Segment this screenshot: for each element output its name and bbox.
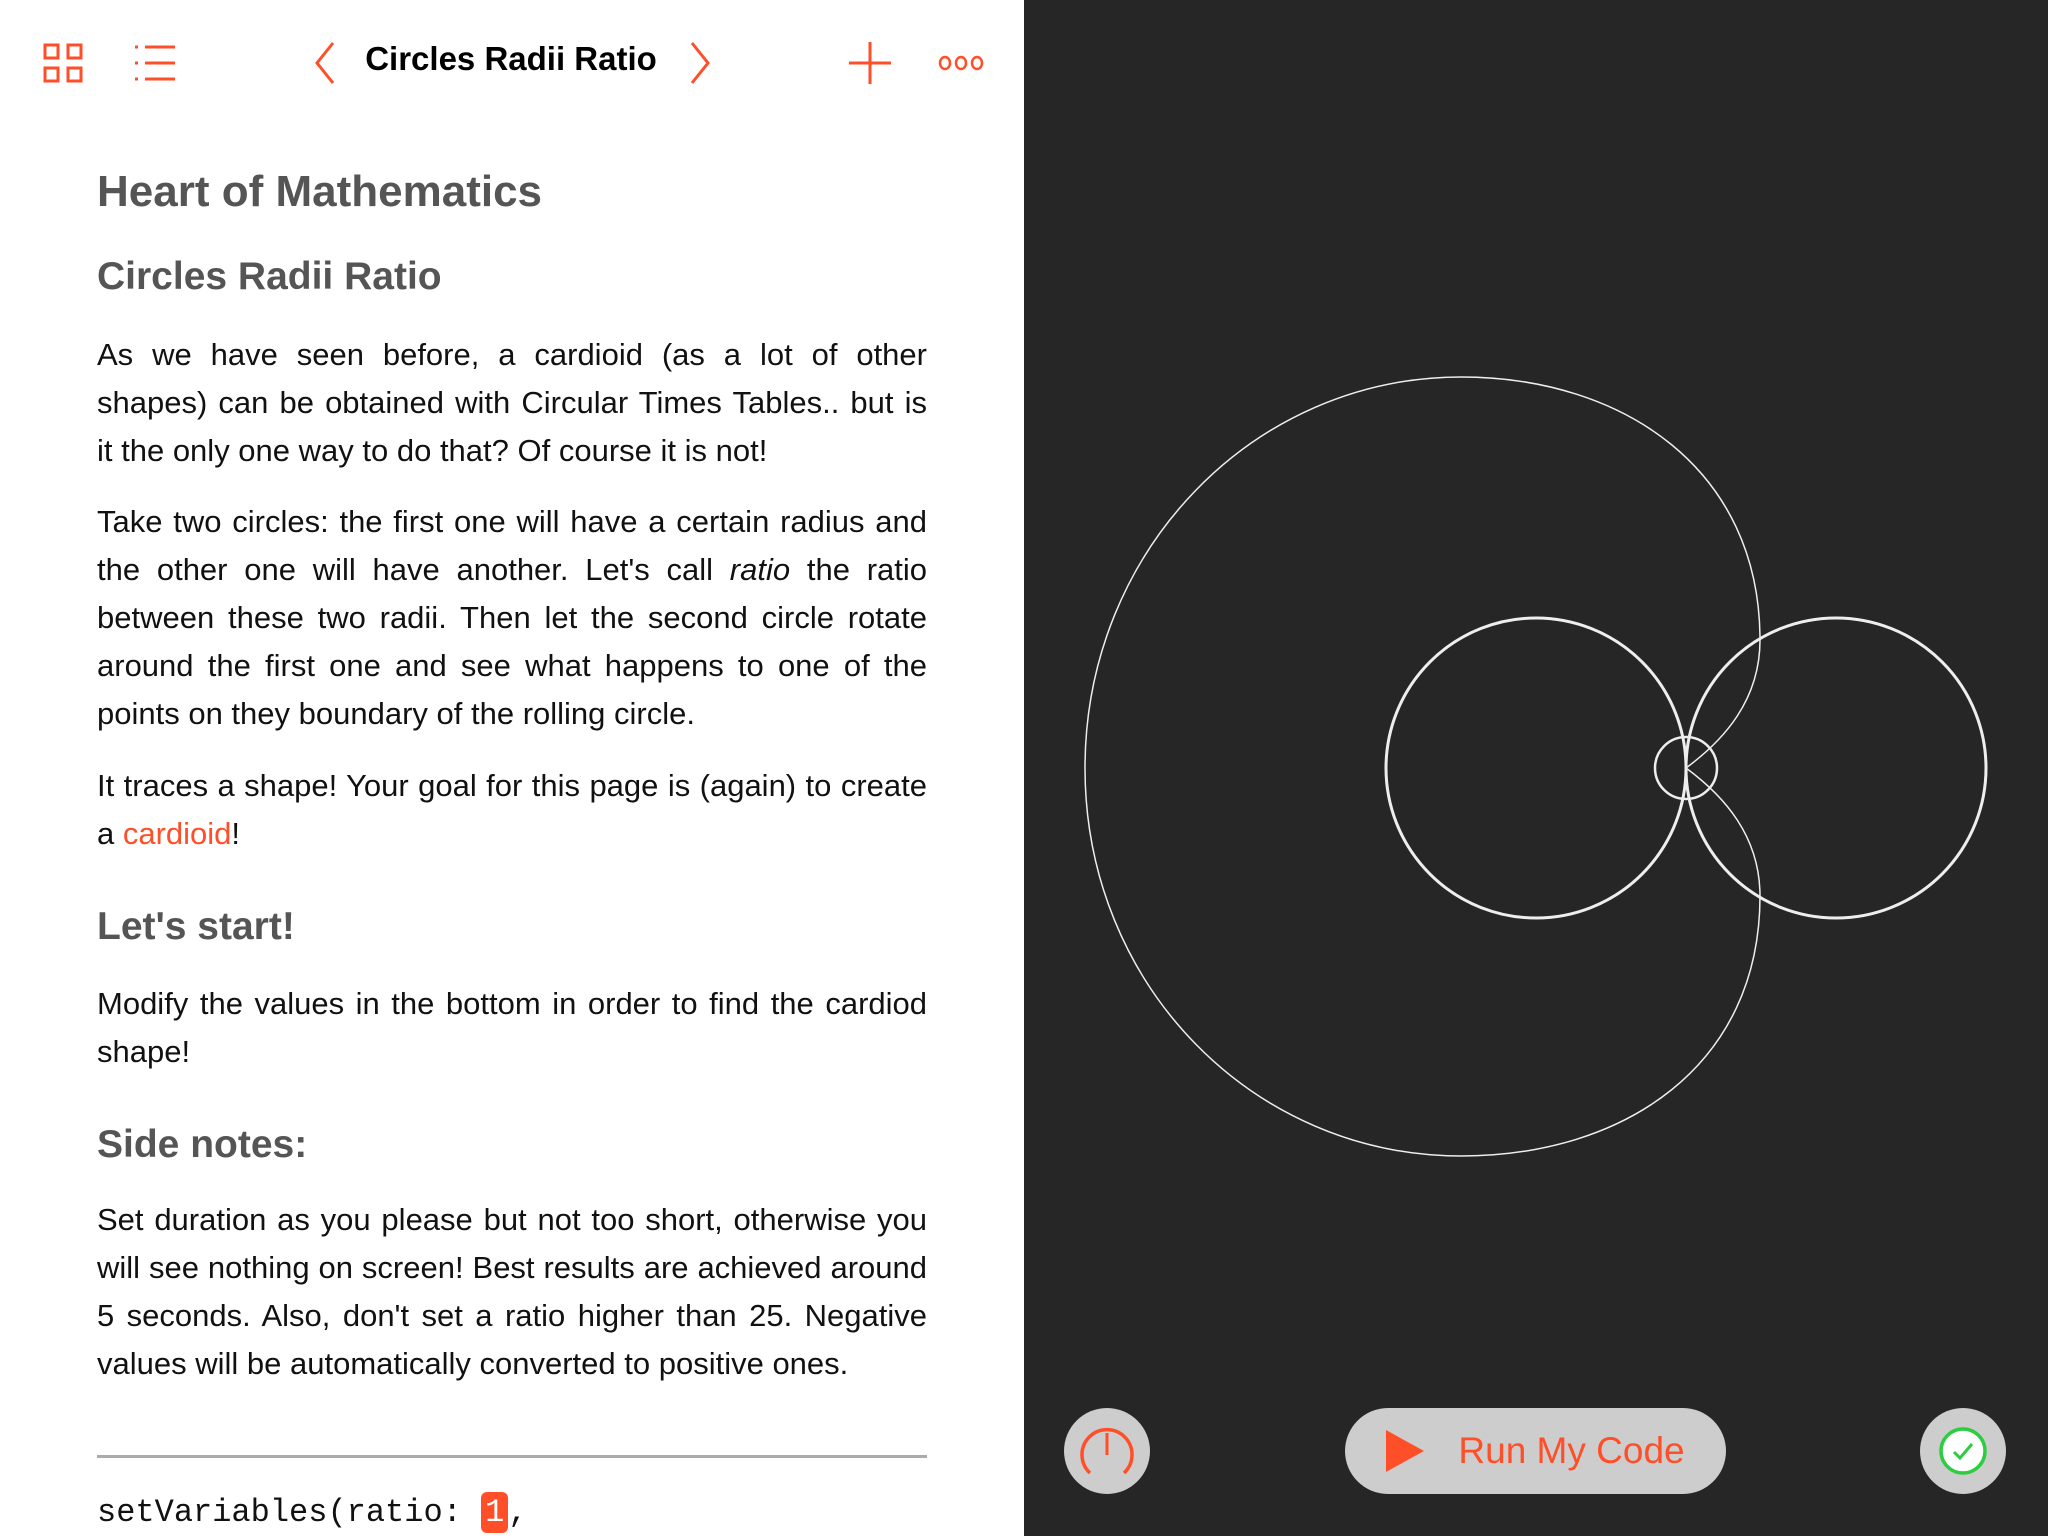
cardioid-link[interactable]: cardioid <box>123 816 232 851</box>
chapter-title: Circles Radii Ratio <box>97 255 442 298</box>
speed-button[interactable] <box>1064 1408 1150 1494</box>
next-page-button[interactable] <box>680 38 720 88</box>
side-notes-heading: Side notes: <box>97 1123 308 1166</box>
live-view: Run My Code <box>1024 0 2048 1536</box>
rolling-circle <box>1684 616 1988 920</box>
run-my-code-button[interactable]: Run My Code <box>1345 1408 1726 1494</box>
ratio-term: ratio <box>729 552 791 587</box>
book-title: Heart of Mathematics <box>97 167 543 216</box>
text: ! <box>231 816 241 851</box>
run-label: Run My Code <box>1458 1430 1685 1471</box>
chevron-right-icon <box>690 42 710 84</box>
traced-curve <box>1084 376 1761 1157</box>
code-editor-line[interactable]: setVariables(ratio: 1, <box>97 1492 528 1533</box>
list-icon <box>135 45 175 81</box>
checkmark-circle-icon <box>1939 1427 1987 1475</box>
side-notes-paragraph: Set duration as you please but not too s… <box>97 1202 927 1381</box>
intro-paragraph: As we have seen before, a cardioid (as a… <box>97 337 927 468</box>
page-title: Circles Radii Ratio <box>365 40 657 77</box>
explanation-paragraph: Take two circles: the first one will hav… <box>97 498 927 738</box>
list-button[interactable] <box>130 38 180 88</box>
fixed-circle <box>1384 616 1688 920</box>
divider <box>97 1455 927 1458</box>
add-button[interactable] <box>845 38 895 88</box>
speedometer-icon <box>1080 1428 1134 1475</box>
code-text: , <box>508 1494 528 1531</box>
plus-icon <box>849 42 891 84</box>
play-icon <box>1386 1430 1425 1472</box>
code-text: setVariables(ratio: <box>97 1494 482 1531</box>
animation-canvas <box>1084 376 1988 1157</box>
status-button[interactable] <box>1920 1408 2006 1494</box>
instructions-pane: Circles Radii Ratio Heart of Mathematics… <box>0 0 1024 1536</box>
goal-paragraph: It traces a shape! Your goal for this pa… <box>97 762 927 858</box>
previous-page-button[interactable] <box>305 38 345 88</box>
grid-icon <box>43 43 83 83</box>
chevron-left-icon <box>315 42 335 84</box>
more-icon <box>938 55 984 71</box>
grid-button[interactable] <box>40 38 86 88</box>
more-button[interactable] <box>935 38 987 88</box>
ratio-value-token[interactable]: 1 <box>481 1492 509 1533</box>
lets-start-heading: Let's start! <box>97 905 295 948</box>
instruction-paragraph: Modify the values in the bottom in order… <box>97 986 927 1069</box>
